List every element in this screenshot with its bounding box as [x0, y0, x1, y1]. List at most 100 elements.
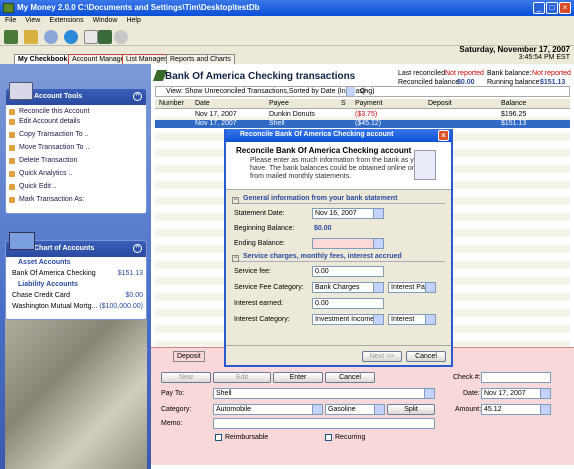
account-title: Bank Of America Checking transactions: [165, 71, 356, 82]
account-tools-title: Account Tools: [34, 93, 83, 100]
quick-analytics-link[interactable]: Quick Analytics ..: [9, 169, 143, 179]
service-fee-category-dropdown[interactable]: Bank Charges: [312, 282, 384, 293]
split-button[interactable]: Split: [387, 404, 435, 415]
check-number-field[interactable]: [481, 372, 551, 383]
pay-to-field[interactable]: Shell: [213, 388, 435, 399]
tab-deposit[interactable]: Deposit: [173, 351, 205, 362]
general-info-section: − General information from your bank stat…: [232, 195, 445, 204]
open-icon[interactable]: [24, 30, 38, 44]
col-balance[interactable]: Balance: [501, 100, 526, 107]
subcategory-dropdown[interactable]: Gasoline: [325, 404, 385, 415]
move-transaction-link[interactable]: Move Transaction To ..: [9, 143, 143, 153]
dialog-description: Please enter as much information from th…: [250, 157, 422, 180]
home-icon[interactable]: [4, 30, 18, 44]
menu-file[interactable]: File: [5, 17, 16, 24]
dialog-cancel-button[interactable]: Cancel: [406, 351, 446, 362]
view-filter-dropdown[interactable]: View: Show Unreconciled Transactions,Sor…: [155, 86, 570, 97]
next-button[interactable]: Next >>: [362, 351, 402, 362]
new-button[interactable]: New: [161, 372, 211, 383]
ending-balance-label: Ending Balance:: [234, 240, 285, 247]
last-reconciled-value: Not reported: [445, 70, 484, 77]
reimbursable-label: Reimbursable: [225, 434, 269, 441]
menu-window[interactable]: Window: [93, 17, 118, 24]
service-fee-label: Service fee:: [234, 268, 271, 275]
collapse-icon[interactable]: ^: [133, 244, 142, 253]
account-tools-panel: Account Tools ^ Reconcile this Account Ed…: [5, 88, 147, 214]
beginning-balance-value: $0.00: [314, 225, 332, 232]
statement-date-field[interactable]: Nov 16, 2007: [312, 208, 384, 219]
view-filter-label: View: Show Unreconciled Transactions,Sor…: [166, 88, 375, 95]
reconcile-dialog: Reconcile Bank Of America Checking accou…: [224, 129, 453, 367]
help-icon[interactable]: [114, 30, 128, 44]
menu-help[interactable]: Help: [126, 17, 140, 24]
interest-earned-label: Interest earned:: [234, 300, 284, 307]
settings-icon[interactable]: [84, 30, 98, 44]
menu-extensions[interactable]: Extensions: [49, 17, 83, 24]
chevron-down-icon[interactable]: [346, 87, 355, 96]
toolbar: [0, 28, 574, 46]
table-row[interactable]: Nov 17, 2007 Shell ($45.12) $151.13: [155, 120, 570, 128]
quick-edit-link[interactable]: Quick Edit ..: [9, 182, 143, 192]
interest-category-dropdown[interactable]: Investment Income: [312, 314, 384, 325]
close-icon[interactable]: ×: [559, 2, 571, 14]
col-deposit[interactable]: Deposit: [428, 100, 452, 107]
dialog-heading: Reconcile Bank Of America Checking accou…: [236, 146, 412, 155]
liability-accounts-header: Liability Accounts: [18, 281, 79, 288]
interest-subcategory-dropdown[interactable]: Interest: [388, 314, 436, 325]
account-chase-credit-card[interactable]: Chase Credit Card $0.00: [6, 290, 146, 301]
col-number[interactable]: Number: [159, 100, 184, 107]
mark-transaction-link[interactable]: Mark Transaction As:: [9, 195, 143, 205]
service-charges-section: − Service charges, monthly fees, interest…: [232, 253, 445, 262]
dialog-title-bar[interactable]: Reconcile Bank Of America Checking accou…: [226, 129, 451, 142]
col-date[interactable]: Date: [195, 100, 210, 107]
current-time: 3:45:54 PM EST: [518, 54, 570, 61]
ending-balance-field[interactable]: [312, 238, 384, 249]
reimbursable-checkbox[interactable]: [215, 434, 222, 441]
recurring-checkbox[interactable]: [325, 434, 332, 441]
edit-account-link[interactable]: Edit Account details: [9, 117, 143, 127]
refresh-icon[interactable]: [64, 30, 78, 44]
chart-of-accounts-title: Chart of Accounts: [34, 245, 95, 252]
account-bank-of-america[interactable]: Bank Of America Checking $151.13: [6, 268, 146, 279]
chart-of-accounts-panel: Chart of Accounts ^ Asset Accounts Bank O…: [5, 240, 147, 320]
col-payment[interactable]: Payment: [355, 100, 383, 107]
edit-button[interactable]: Edit: [213, 372, 271, 383]
asset-accounts-header: Asset Accounts: [18, 259, 71, 266]
service-fee-category-label: Service Fee Category:: [234, 284, 304, 291]
category-label: Category:: [161, 406, 192, 413]
transaction-grid-header: Number Date Payee S Payment Deposit Bala…: [155, 99, 570, 109]
calculator-icon: [9, 82, 33, 100]
collapse-icon[interactable]: ^: [133, 92, 142, 101]
enter-button[interactable]: Enter: [273, 372, 323, 383]
amount-field[interactable]: 45.12: [481, 404, 551, 415]
app-icon: [3, 3, 14, 13]
menu-view[interactable]: View: [25, 17, 40, 24]
window-title-bar[interactable]: My Money 2.0.0 C:\Documents and Settings…: [0, 0, 574, 16]
copy-transaction-link[interactable]: Copy Transaction To ..: [9, 130, 143, 140]
search-icon[interactable]: [44, 30, 58, 44]
cancel-button[interactable]: Cancel: [325, 372, 375, 383]
col-payee[interactable]: Payee: [269, 100, 289, 107]
delete-transaction-link[interactable]: Delete Transaction: [9, 156, 143, 166]
service-fee-field[interactable]: 0.00: [312, 266, 384, 277]
category-dropdown[interactable]: Automobile: [213, 404, 323, 415]
maximize-icon[interactable]: □: [546, 2, 558, 14]
close-icon[interactable]: ×: [438, 130, 449, 141]
date-field[interactable]: Nov 17, 2007: [481, 388, 551, 399]
minimize-icon[interactable]: _: [533, 2, 545, 14]
table-row[interactable]: Nov 17, 2007 Dunkin Donuts ($3.75) $196.25: [155, 111, 570, 119]
window-title: My Money 2.0.0 C:\Documents and Settings…: [17, 3, 260, 12]
statement-date-label: Statement Date:: [234, 210, 285, 217]
search-icon[interactable]: Q-: [360, 88, 368, 95]
account-washington-mutual[interactable]: Washington Mutual Mortg... ($100,000.00): [6, 301, 146, 312]
money-image: [5, 308, 147, 469]
reconcile-account-link[interactable]: Reconcile this Account: [9, 107, 143, 117]
service-fee-subcategory-dropdown[interactable]: Interest Paid: [388, 282, 436, 293]
memo-field[interactable]: [213, 418, 435, 429]
pay-to-label: Pay To:: [161, 390, 185, 397]
globe-icon: [9, 232, 35, 250]
recurring-label: Recurring: [335, 434, 366, 441]
interest-earned-field[interactable]: 0.00: [312, 298, 384, 309]
chart-icon[interactable]: [98, 30, 112, 44]
col-status[interactable]: S: [341, 100, 346, 107]
